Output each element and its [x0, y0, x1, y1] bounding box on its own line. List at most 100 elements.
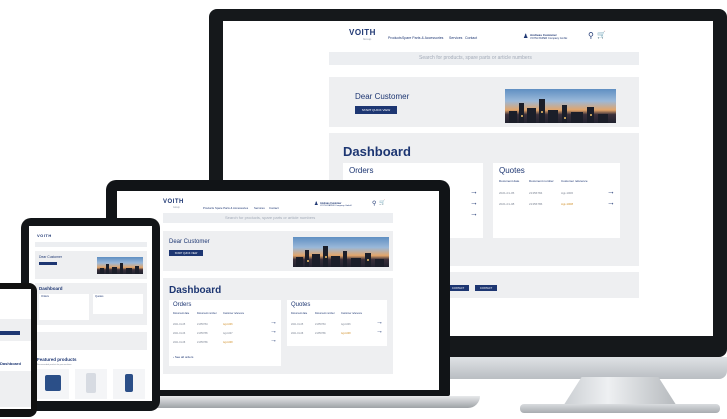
user-company: VOITH PAPER Company GmbH: [320, 205, 352, 207]
nav-services[interactable]: Services: [449, 36, 462, 40]
quick-view-button[interactable]: [39, 262, 57, 265]
orders-row1-arrow-icon[interactable]: →: [470, 187, 478, 196]
monitor-foot: [520, 404, 720, 413]
see-all-orders-link[interactable]: › See all orders: [173, 355, 193, 359]
quotes-col-date: Document date: [291, 312, 308, 315]
orders-row2-number: 21356785: [197, 332, 208, 335]
nav-spare-parts[interactable]: Spare Parts & Accessories: [402, 36, 443, 40]
search-bar[interactable]: [35, 242, 147, 247]
quotes-row2-arrow-icon[interactable]: →: [607, 198, 615, 207]
search-bar[interactable]: Search for products, spare parts or arti…: [329, 52, 639, 65]
quotes-col-date: Document date: [499, 179, 520, 183]
dashboard-title: Dashboard: [343, 144, 411, 159]
orders-row2-arrow-icon[interactable]: →: [470, 198, 478, 207]
product-image: [86, 373, 96, 393]
product-card[interactable]: [113, 369, 145, 399]
hero-greeting: Dear Customer: [39, 255, 62, 259]
quotes-col-reference: Customer reference: [561, 179, 588, 183]
city-skyline-image: [97, 257, 143, 274]
search-input[interactable]: Search for products, spare parts or arti…: [225, 215, 315, 220]
cart-icon[interactable]: 🛒: [379, 200, 385, 206]
contact-button-2[interactable]: CONTACT: [475, 285, 497, 291]
city-skyline-image: [505, 89, 616, 123]
dashboard-panel: Dashboard Orders Document date Document …: [163, 278, 393, 374]
see-all-orders-label: See all orders: [174, 355, 194, 359]
product-card[interactable]: [37, 369, 69, 399]
quotes-row2-number: 21356786: [315, 332, 326, 335]
search-input[interactable]: Search for products, spare parts or arti…: [419, 55, 532, 61]
cart-icon[interactable]: 🛒: [597, 31, 606, 39]
voith-logo[interactable]: VOITH: [37, 233, 52, 238]
search-icon[interactable]: ⚲: [588, 31, 594, 40]
dashboard-title: Dashboard: [169, 285, 222, 296]
hero-greeting: Dear Customer: [169, 239, 210, 245]
hero-panel: Dear Customer START QUICK VIEW: [163, 231, 393, 271]
quotes-row1-reference: Agi-1006: [341, 323, 351, 326]
search-icon[interactable]: ⚲: [372, 200, 376, 207]
quotes-row1-arrow-icon[interactable]: →: [607, 187, 615, 196]
orders-col-number: Document number: [197, 312, 217, 315]
logo-subtitle: Group: [173, 206, 180, 209]
hero-greeting: Dear Customer: [355, 92, 410, 101]
site-header: VOITH Group Products Spare Parts & Acces…: [223, 21, 713, 45]
city-skyline-image: [293, 237, 389, 267]
orders-row3-number: 21356786: [197, 341, 208, 344]
featured-title: Featured products: [37, 357, 77, 362]
quick-view-button[interactable]: [0, 331, 20, 335]
orders-row3-date: 2021-01-08: [173, 341, 186, 344]
orders-row1-arrow-icon[interactable]: →: [270, 319, 277, 326]
quotes-row2-date: 2021-01-08: [499, 202, 515, 206]
quotes-row1-arrow-icon[interactable]: →: [376, 319, 383, 326]
nav-spare-parts[interactable]: Spare Parts & Accessories: [215, 206, 248, 210]
orders-col-date: Document date: [173, 312, 190, 315]
quick-view-button[interactable]: START QUICK VIEW: [169, 250, 203, 256]
quotes-col-reference: Customer reference: [341, 312, 363, 315]
product-card[interactable]: [75, 369, 107, 399]
featured-subtitle: Recommended products for your machines: [37, 364, 72, 366]
laptop-screen: VOITH Group Products Spare Parts & Acces…: [117, 191, 439, 390]
quotes-row2-arrow-icon[interactable]: →: [376, 328, 383, 335]
user-company: VOITH PAPER Company GmbH: [530, 37, 568, 40]
orders-row3-reference: Agi-1008: [223, 341, 233, 344]
quotes-card: Quotes: [93, 294, 143, 314]
quotes-row2-reference: Agi-1008: [341, 332, 351, 335]
quotes-title: Quotes: [291, 302, 311, 308]
orders-row1-date: 2021-01-05: [173, 323, 186, 326]
nav-products[interactable]: Products: [203, 206, 214, 210]
quick-view-button[interactable]: START QUICK VIEW: [355, 106, 397, 114]
orders-card: Orders: [39, 294, 89, 320]
quotes-row1-number: 21356784: [529, 191, 543, 195]
orders-row2-arrow-icon[interactable]: →: [270, 328, 277, 335]
nav-services[interactable]: Services: [254, 206, 265, 210]
orders-title: Orders: [41, 295, 49, 298]
user-icon[interactable]: ♟: [523, 33, 528, 40]
orders-title: Orders: [173, 302, 192, 308]
phone-screen: Dashboard: [0, 289, 31, 409]
quotes-row2-number: 21356786: [529, 202, 543, 206]
voith-logo[interactable]: VOITH: [163, 199, 184, 205]
logo-subtitle: Group: [363, 37, 372, 41]
nav-contact[interactable]: Contact: [269, 206, 279, 210]
orders-row1-reference: Agi-1006: [223, 323, 233, 326]
orders-row3-arrow-icon[interactable]: →: [470, 209, 478, 218]
product-image: [125, 374, 133, 392]
dashboard-panel: [0, 371, 31, 407]
contact-button-1[interactable]: CONTACT: [447, 285, 469, 291]
hero-panel: Dear Customer: [35, 251, 147, 279]
product-image: [45, 375, 61, 391]
tablet-screen: VOITH Dear Customer Dashboard Orders Quo…: [29, 226, 152, 401]
user-icon[interactable]: ♟: [314, 201, 318, 207]
orders-row2-date: 2021-01-06: [173, 332, 186, 335]
website-tablet: VOITH Dear Customer Dashboard Orders Quo…: [29, 226, 152, 401]
orders-row3-arrow-icon[interactable]: →: [270, 337, 277, 344]
voith-logo[interactable]: VOITH: [349, 28, 376, 37]
search-bar[interactable]: Search for products, spare parts or arti…: [163, 213, 393, 223]
dashboard-panel: Dashboard Orders Quotes: [35, 283, 147, 325]
quotes-title: Quotes: [95, 295, 104, 298]
dashboard-title: Dashboard: [39, 286, 63, 291]
quotes-row2-reference: Agi-1008: [561, 202, 574, 206]
nav-contact[interactable]: Contact: [465, 36, 477, 40]
smartphone: Dashboard: [0, 283, 37, 417]
quotes-card: Quotes Document date Document number Cus…: [493, 163, 620, 238]
nav-products[interactable]: Products: [388, 36, 402, 40]
